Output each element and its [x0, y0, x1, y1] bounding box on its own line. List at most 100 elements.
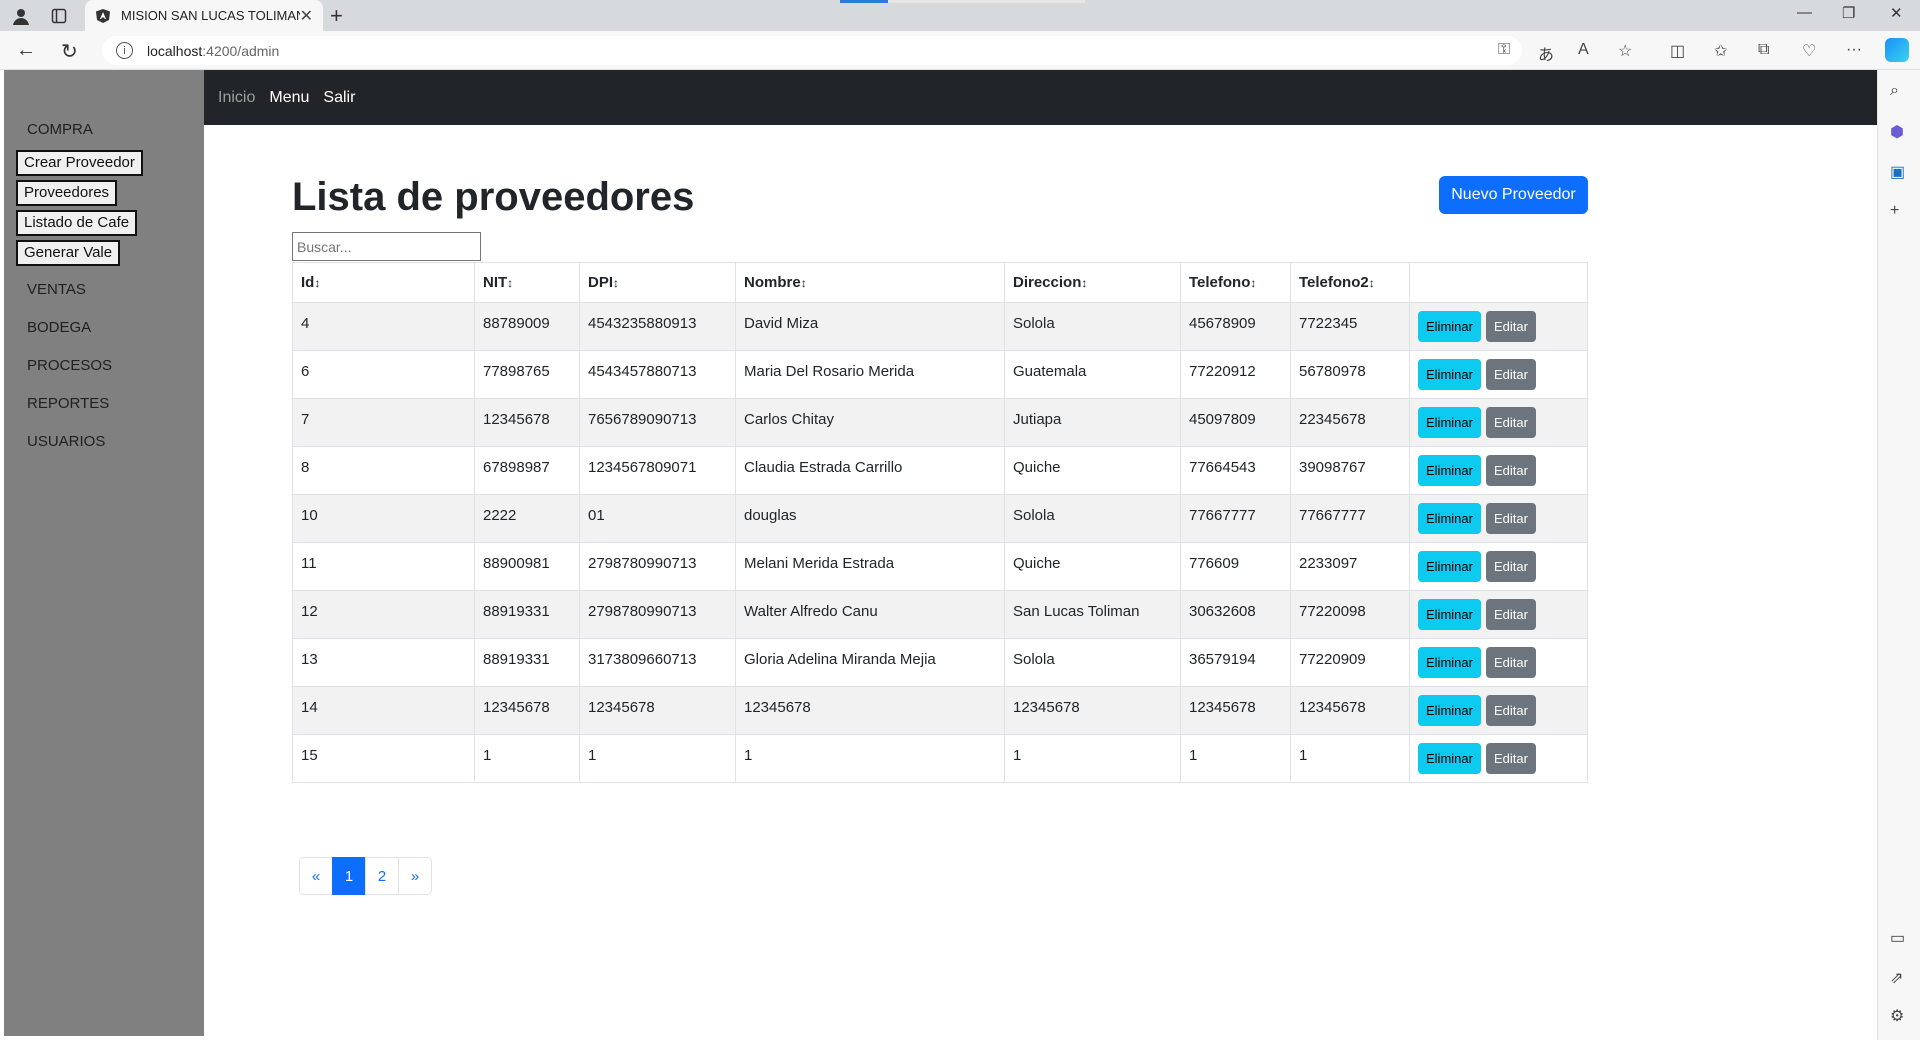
new-tab-icon[interactable]: +	[330, 3, 343, 29]
editar-button[interactable]: Editar	[1485, 407, 1536, 438]
column-header-direccion[interactable]: Direccion↕	[1004, 262, 1181, 303]
translate-icon[interactable]: あ	[1538, 41, 1554, 65]
restore-icon[interactable]: ❐	[1842, 4, 1855, 22]
top-navbar: Inicio Menu Salir	[204, 70, 1877, 125]
eliminar-button[interactable]: Eliminar	[1418, 647, 1481, 678]
editar-button[interactable]: Editar	[1485, 551, 1536, 582]
sidebar-section-ventas[interactable]: VENTAS	[27, 280, 204, 318]
browser-tab-bar: MISION SAN LUCAS TOLIMAN ✕ + — ❐ ✕	[0, 0, 1920, 31]
pagination-prev[interactable]: «	[299, 857, 333, 895]
table-row: 12 88919331 2798780990713 Walter Alfredo Ca…	[292, 590, 1588, 639]
cell-direccion: 1	[1004, 734, 1181, 783]
back-icon[interactable]: ←	[16, 39, 36, 62]
column-header-nombre[interactable]: Nombre↕	[735, 262, 1005, 303]
cell-direccion: Solola	[1004, 302, 1181, 351]
close-tab-icon[interactable]: ✕	[300, 6, 313, 26]
editar-button[interactable]: Editar	[1485, 503, 1536, 534]
pagination-page-1[interactable]: 1	[332, 857, 366, 895]
search-input[interactable]	[292, 232, 481, 261]
editar-button[interactable]: Editar	[1485, 647, 1536, 678]
pagination-page-2[interactable]: 2	[365, 857, 399, 895]
column-header-telefono[interactable]: Telefono↕	[1180, 262, 1291, 303]
editar-button[interactable]: Editar	[1485, 599, 1536, 630]
site-info-icon[interactable]: i	[116, 42, 133, 59]
sort-icon[interactable]: ↕	[314, 276, 320, 290]
minimize-icon[interactable]: —	[1797, 4, 1812, 21]
copilot-icon[interactable]	[1885, 38, 1909, 62]
add-sidebar-icon[interactable]: +	[1890, 202, 1899, 220]
sidebar-crear-proveedor-button[interactable]: Crear Proveedor	[16, 150, 143, 176]
pagination-next[interactable]: »	[398, 857, 432, 895]
settings-gear-icon[interactable]: ⚙	[1890, 1006, 1904, 1026]
cell-id: 6	[292, 350, 475, 399]
profile-icon[interactable]	[10, 5, 32, 27]
sidebar-generar-vale-button[interactable]: Generar Vale	[16, 240, 121, 266]
browser-tab-active[interactable]: MISION SAN LUCAS TOLIMAN ✕	[85, 0, 323, 31]
eliminar-button[interactable]: Eliminar	[1418, 407, 1481, 438]
cell-telefono: 77664543	[1180, 446, 1291, 495]
sidebar-listado-cafe-button[interactable]: Listado de Cafe	[16, 210, 138, 236]
cell-telefono: 45678909	[1180, 302, 1291, 351]
table-row: 10 2222 01 douglas Solola 77667777 77667777 Eli…	[292, 494, 1588, 543]
cell-direccion: 12345678	[1004, 686, 1181, 735]
eliminar-button[interactable]: Eliminar	[1418, 503, 1481, 534]
favorite-star-icon[interactable]: ☆	[1618, 41, 1632, 61]
cell-nit: 88919331	[474, 638, 580, 687]
nuevo-proveedor-button[interactable]: Nuevo Proveedor	[1439, 176, 1588, 214]
cell-actions: Eliminar Editar	[1409, 542, 1588, 591]
close-window-icon[interactable]: ✕	[1890, 4, 1903, 22]
eliminar-button[interactable]: Eliminar	[1418, 455, 1481, 486]
eliminar-button[interactable]: Eliminar	[1418, 599, 1481, 630]
sidebar-section-usuarios[interactable]: USUARIOS	[27, 432, 204, 470]
cell-actions: Eliminar Editar	[1409, 734, 1588, 783]
external-link-icon[interactable]: ⇗	[1890, 968, 1903, 988]
column-header-id[interactable]: Id↕	[292, 262, 475, 303]
eliminar-button[interactable]: Eliminar	[1418, 743, 1481, 774]
editar-button[interactable]: Editar	[1485, 695, 1536, 726]
more-menu-icon[interactable]: ···	[1846, 41, 1862, 59]
sort-icon[interactable]: ↕	[801, 276, 807, 290]
column-header-telefono2[interactable]: Telefono2↕	[1290, 262, 1410, 303]
editar-button[interactable]: Editar	[1485, 311, 1536, 342]
nav-menu-link[interactable]: Menu	[269, 89, 309, 107]
sort-icon[interactable]: ↕	[1081, 276, 1087, 290]
editar-button[interactable]: Editar	[1485, 359, 1536, 390]
nav-salir-link[interactable]: Salir	[323, 89, 355, 107]
browser-essentials-icon[interactable]: ♡	[1802, 41, 1816, 61]
eliminar-button[interactable]: Eliminar	[1418, 695, 1481, 726]
cell-nit: 88919331	[474, 590, 580, 639]
cell-id: 11	[292, 542, 475, 591]
eliminar-button[interactable]: Eliminar	[1418, 551, 1481, 582]
sort-icon[interactable]: ↕	[507, 276, 513, 290]
sidebar-section-reportes[interactable]: REPORTES	[27, 394, 204, 432]
sidebar-section-bodega[interactable]: BODEGA	[27, 318, 204, 356]
sidebar-panel-icon[interactable]: ▭	[1890, 928, 1905, 948]
search-icon[interactable]: ⌕	[1890, 82, 1899, 100]
column-header-dpi[interactable]: DPI↕	[579, 262, 736, 303]
collections-icon[interactable]: ⧉	[1758, 41, 1769, 59]
sidebar-section-procesos[interactable]: PROCESOS	[27, 356, 204, 394]
table-row: 11 88900981 2798780990713 Melani Merida Est…	[292, 542, 1588, 591]
reload-icon[interactable]: ↻	[61, 39, 78, 64]
sort-icon[interactable]: ↕	[613, 276, 619, 290]
favorites-icon[interactable]: ✩	[1714, 41, 1727, 61]
editar-button[interactable]: Editar	[1485, 455, 1536, 486]
sort-icon[interactable]: ↕	[1250, 276, 1256, 290]
sort-icon[interactable]: ↕	[1369, 276, 1375, 290]
read-aloud-icon[interactable]: A	[1578, 41, 1589, 59]
sidebar-proveedores-button[interactable]: Proveedores	[16, 180, 118, 206]
column-header-nit[interactable]: NIT↕	[474, 262, 580, 303]
editar-button[interactable]: Editar	[1485, 743, 1536, 774]
nav-inicio-link[interactable]: Inicio	[218, 89, 255, 107]
workspaces-icon[interactable]	[48, 5, 70, 27]
outlook-icon[interactable]: ▣	[1890, 162, 1905, 182]
url-field[interactable]: i localhost:4200/admin	[102, 36, 1522, 65]
cell-nit: 12345678	[474, 686, 580, 735]
cell-actions: Eliminar Editar	[1409, 398, 1588, 447]
extension-icon[interactable]: ⬢	[1890, 122, 1904, 142]
cell-telefono2: 22345678	[1290, 398, 1410, 447]
split-screen-icon[interactable]: ◫	[1670, 41, 1685, 61]
eliminar-button[interactable]: Eliminar	[1418, 359, 1481, 390]
key-icon[interactable]: ⚿	[1498, 41, 1510, 59]
eliminar-button[interactable]: Eliminar	[1418, 311, 1481, 342]
